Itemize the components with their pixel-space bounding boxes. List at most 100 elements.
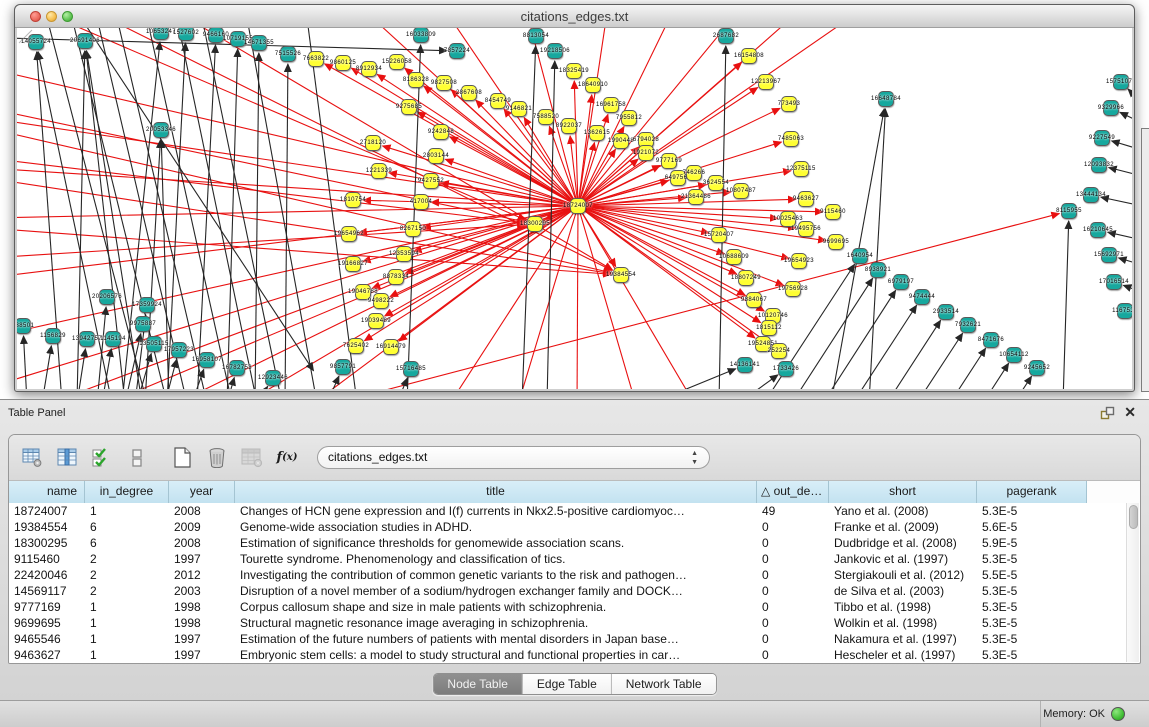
graph-node[interactable]: 9884067: [746, 292, 762, 308]
graph-node[interactable]: 417004: [413, 194, 429, 210]
graph-node[interactable]: 1921072: [638, 145, 654, 161]
graph-node[interactable]: 13444134: [1083, 187, 1099, 203]
graph-node[interactable]: 15226058: [389, 54, 405, 70]
unselect-rows-button[interactable]: [126, 447, 148, 469]
delete-table-button[interactable]: [206, 447, 228, 469]
graph-node[interactable]: 9329966: [1103, 100, 1119, 116]
import-table-button-disabled[interactable]: [241, 447, 263, 469]
table-row[interactable]: 1872400712008Changes of HCN gene express…: [9, 503, 1126, 519]
graph-node[interactable]: 1640954: [852, 248, 868, 264]
graph-node[interactable]: 17359924: [139, 297, 155, 313]
graph-node[interactable]: 18300295: [527, 216, 543, 232]
network-table-selector[interactable]: citations_edges.txt ▲▼: [317, 446, 710, 469]
graph-node[interactable]: 8115955: [1061, 203, 1077, 219]
graph-node[interactable]: 19654923: [791, 253, 807, 269]
graph-node[interactable]: 19039489: [368, 313, 384, 329]
graph-node[interactable]: 18807249: [738, 270, 754, 286]
graph-node[interactable]: 21364486: [688, 189, 704, 205]
graph-node[interactable]: 8267150: [405, 221, 421, 237]
table-scrollbar-thumb[interactable]: [1129, 505, 1138, 529]
graph-node[interactable]: 8938921: [870, 262, 886, 278]
table-row[interactable]: 977716911998Corpus callosum shape and si…: [9, 599, 1126, 615]
graph-node[interactable]: 1733426: [778, 361, 794, 377]
graph-node[interactable]: 10807487: [733, 183, 749, 199]
graph-node[interactable]: 9227549: [1094, 130, 1110, 146]
close-panel-icon[interactable]: ✕: [1124, 404, 1136, 421]
graph-node[interactable]: 2718120: [365, 135, 381, 151]
graph-node[interactable]: 746266: [686, 165, 702, 181]
graph-node[interactable]: 19495756: [798, 221, 814, 237]
column-header[interactable]: in_degree: [85, 481, 169, 503]
graph-node[interactable]: 9245652: [1029, 360, 1045, 376]
table-row[interactable]: 969969511998Structural magnetic resonanc…: [9, 615, 1126, 631]
graph-node[interactable]: 12093832: [1091, 157, 1107, 173]
graph-node[interactable]: 7932621: [960, 317, 976, 333]
select-all-checklist-button[interactable]: [91, 447, 113, 469]
column-header[interactable]: name: [9, 481, 85, 503]
graph-node[interactable]: 19756928: [785, 281, 801, 297]
graph-node[interactable]: 14671355: [251, 35, 267, 51]
graph-node[interactable]: 9777169: [661, 153, 677, 169]
graph-node[interactable]: 13942757: [79, 331, 95, 347]
graph-node[interactable]: 1167533: [1117, 303, 1132, 319]
tab-edge-table[interactable]: Edge Table: [522, 674, 611, 694]
graph-node[interactable]: 8813054: [528, 28, 544, 44]
column-header[interactable]: △ out_de…: [757, 481, 829, 503]
graph-node[interactable]: 15751074: [1113, 74, 1129, 90]
graph-node[interactable]: 773493: [781, 96, 797, 112]
graph-node[interactable]: 9498222: [373, 293, 389, 309]
graph-node[interactable]: 2687682: [718, 28, 734, 44]
graph-node[interactable]: 16961758: [603, 97, 619, 113]
column-header[interactable]: pagerank: [977, 481, 1087, 503]
table-row[interactable]: 2242004622012Investigating the contribut…: [9, 567, 1126, 583]
graph-node[interactable]: 6979197: [893, 274, 909, 290]
table-row[interactable]: 911546021997Tourette syndrome. Phenomeno…: [9, 551, 1126, 567]
float-panel-icon[interactable]: [1100, 406, 1115, 421]
table-row[interactable]: 1830029562008Estimation of significance …: [9, 535, 1126, 551]
graph-node[interactable]: 7663822: [308, 51, 324, 67]
memory-status-indicator[interactable]: [1111, 707, 1125, 721]
table-scrollbar[interactable]: [1126, 503, 1139, 662]
graph-node[interactable]: 16914479: [383, 339, 399, 355]
graph-node[interactable]: 2933514: [938, 304, 954, 320]
graph-node[interactable]: 3624554: [708, 175, 724, 191]
graph-node[interactable]: 1810754: [345, 192, 361, 208]
graph-node[interactable]: 2803144: [428, 148, 444, 164]
graph-node[interactable]: 1815112: [761, 320, 777, 336]
graph-node[interactable]: 7955812: [621, 110, 637, 126]
graph-node[interactable]: 9463627: [798, 191, 814, 207]
graph-node[interactable]: 15692971: [1101, 247, 1117, 263]
graph-node[interactable]: 7485063: [783, 131, 799, 147]
graph-node[interactable]: 16154808: [741, 48, 757, 64]
column-header[interactable]: short: [829, 481, 977, 503]
graph-node[interactable]: 20206576: [99, 289, 115, 305]
graph-node[interactable]: 9242848: [433, 124, 449, 140]
graph-node[interactable]: 19218506: [547, 43, 563, 59]
select-column-button[interactable]: [56, 447, 78, 469]
graph-node[interactable]: 18724007: [570, 198, 586, 214]
column-settings-button[interactable]: [21, 447, 43, 469]
tab-node-table[interactable]: Node Table: [433, 674, 522, 694]
tab-network-table[interactable]: Network Table: [611, 674, 716, 694]
graph-node[interactable]: 14136141: [737, 357, 753, 373]
new-table-button[interactable]: [171, 447, 193, 469]
graph-node[interactable]: 9860125: [335, 55, 351, 71]
graph-node[interactable]: 13505115: [146, 336, 162, 352]
graph-node[interactable]: 16958107: [199, 352, 215, 368]
graph-node[interactable]: 9699695: [828, 234, 844, 250]
graph-node[interactable]: 9275685: [401, 99, 417, 115]
graph-node[interactable]: 8912934: [361, 61, 377, 77]
graph-node[interactable]: 1527602: [178, 28, 194, 41]
graph-node[interactable]: 8922037: [561, 118, 577, 134]
graph-node[interactable]: 12375115: [793, 161, 809, 177]
column-header[interactable]: title: [235, 481, 757, 503]
graph-node[interactable]: 16648784: [878, 91, 894, 107]
graph-node[interactable]: 10025463: [780, 211, 796, 227]
resize-grip-icon[interactable]: [17, 28, 33, 44]
table-row[interactable]: 1938455462009Genome-wide association stu…: [9, 519, 1126, 535]
graph-node[interactable]: 7515526: [280, 46, 296, 62]
graph-node[interactable]: 10688609: [726, 249, 742, 265]
graph-node[interactable]: 18640910: [585, 77, 601, 93]
graph-node[interactable]: 1990448: [613, 133, 629, 149]
graph-node[interactable]: 20053346: [153, 122, 169, 138]
